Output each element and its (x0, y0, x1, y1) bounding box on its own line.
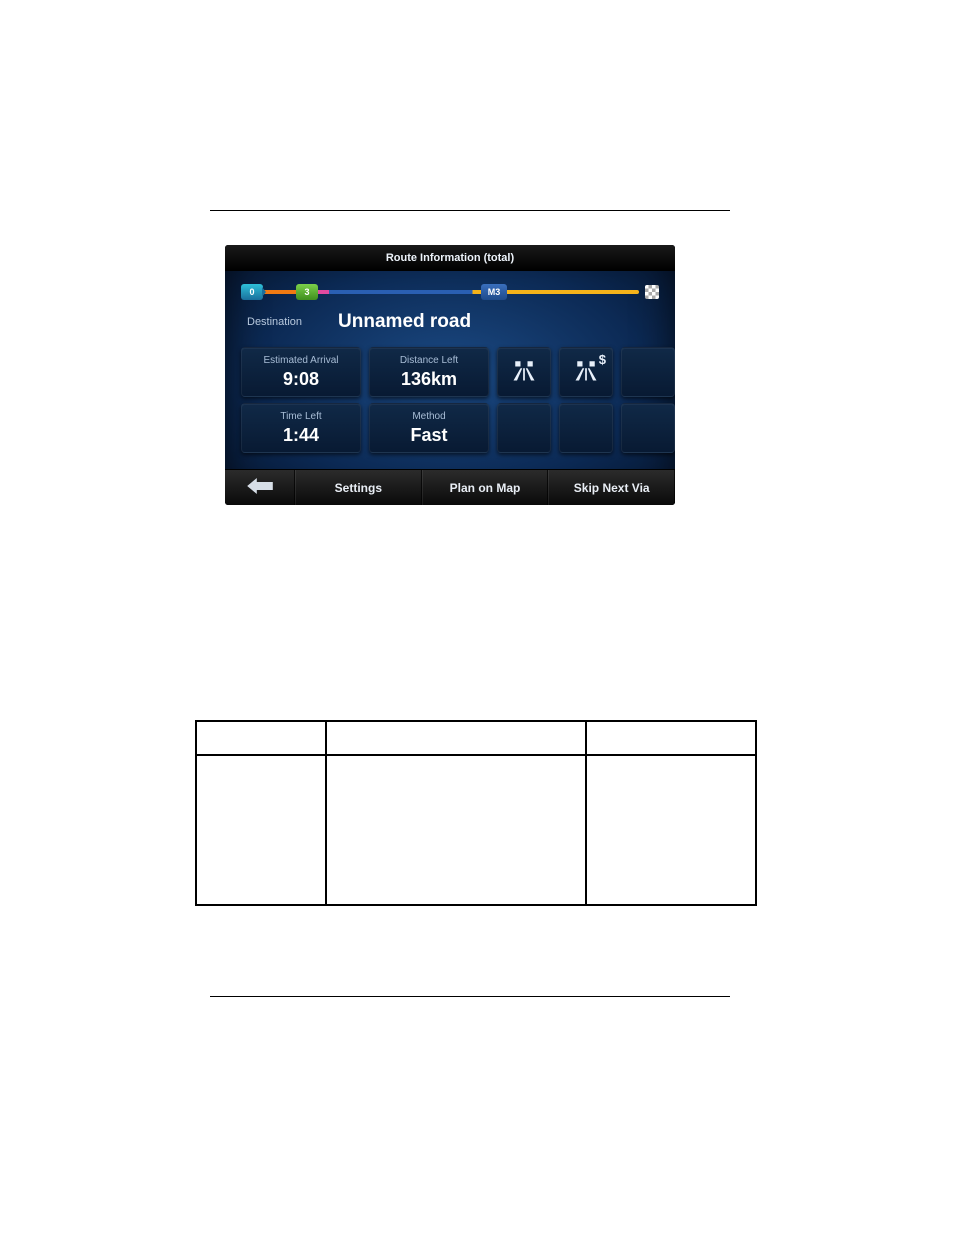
button-label: Settings (335, 481, 382, 495)
timeline-road-badge-1: 3 (296, 284, 318, 300)
tile-empty-2[interactable] (497, 403, 551, 453)
table-cell (326, 721, 586, 755)
tile-value: Fast (410, 426, 447, 444)
destination-value: Unnamed road (338, 311, 471, 333)
tile-empty-1[interactable] (621, 347, 675, 397)
table-row (196, 721, 756, 755)
table-cell (326, 755, 586, 905)
tile-empty-3[interactable] (559, 403, 613, 453)
tile-value: 9:08 (283, 370, 319, 388)
timeline-start-badge: 0 (241, 284, 263, 300)
tile-toll-road[interactable]: $ (559, 347, 613, 397)
tile-time-left[interactable]: Time Left 1:44 (241, 403, 361, 453)
tile-distance-left[interactable]: Distance Left 136km (369, 347, 489, 397)
tile-label: Estimated Arrival (263, 356, 338, 366)
highway-icon (572, 356, 600, 389)
settings-button[interactable]: Settings (295, 470, 422, 505)
tile-value: 1:44 (283, 426, 319, 444)
tile-value: 136km (401, 370, 457, 388)
info-table (195, 720, 755, 906)
table-cell (586, 721, 756, 755)
timeline-end-flag-icon (645, 285, 659, 299)
destination-row: Destination Unnamed road (225, 307, 675, 347)
divider-top (210, 210, 730, 211)
timeline-road-badge-2: M3 (481, 284, 507, 300)
tile-highway[interactable] (497, 347, 551, 397)
skip-next-via-button[interactable]: Skip Next Via (548, 470, 675, 505)
tile-empty-4[interactable] (621, 403, 675, 453)
button-label: Skip Next Via (574, 481, 650, 495)
highway-icon (510, 356, 538, 389)
table-cell (586, 755, 756, 905)
tile-estimated-arrival[interactable]: Estimated Arrival 9:08 (241, 347, 361, 397)
destination-label: Destination (247, 316, 302, 328)
table-cell (196, 755, 326, 905)
divider-bottom (210, 996, 730, 997)
button-label: Plan on Map (450, 481, 521, 495)
table-cell (196, 721, 326, 755)
screen-title: Route Information (total) (225, 245, 675, 271)
info-grid: Estimated Arrival 9:08 Distance Left 136… (225, 347, 675, 453)
plan-on-map-button[interactable]: Plan on Map (422, 470, 549, 505)
tile-label: Distance Left (400, 356, 458, 366)
route-timeline[interactable]: 0 3 M3 (241, 283, 659, 301)
back-button[interactable] (225, 470, 295, 505)
toll-dollar-icon: $ (599, 352, 606, 367)
bottom-toolbar: Settings Plan on Map Skip Next Via (225, 469, 675, 505)
gps-route-info-screen: Route Information (total) 0 3 M3 Destina… (225, 245, 675, 505)
table-row (196, 755, 756, 905)
tile-method[interactable]: Method Fast (369, 403, 489, 453)
tile-label: Time Left (280, 412, 321, 422)
tile-label: Method (412, 412, 445, 422)
back-arrow-icon (247, 478, 273, 497)
